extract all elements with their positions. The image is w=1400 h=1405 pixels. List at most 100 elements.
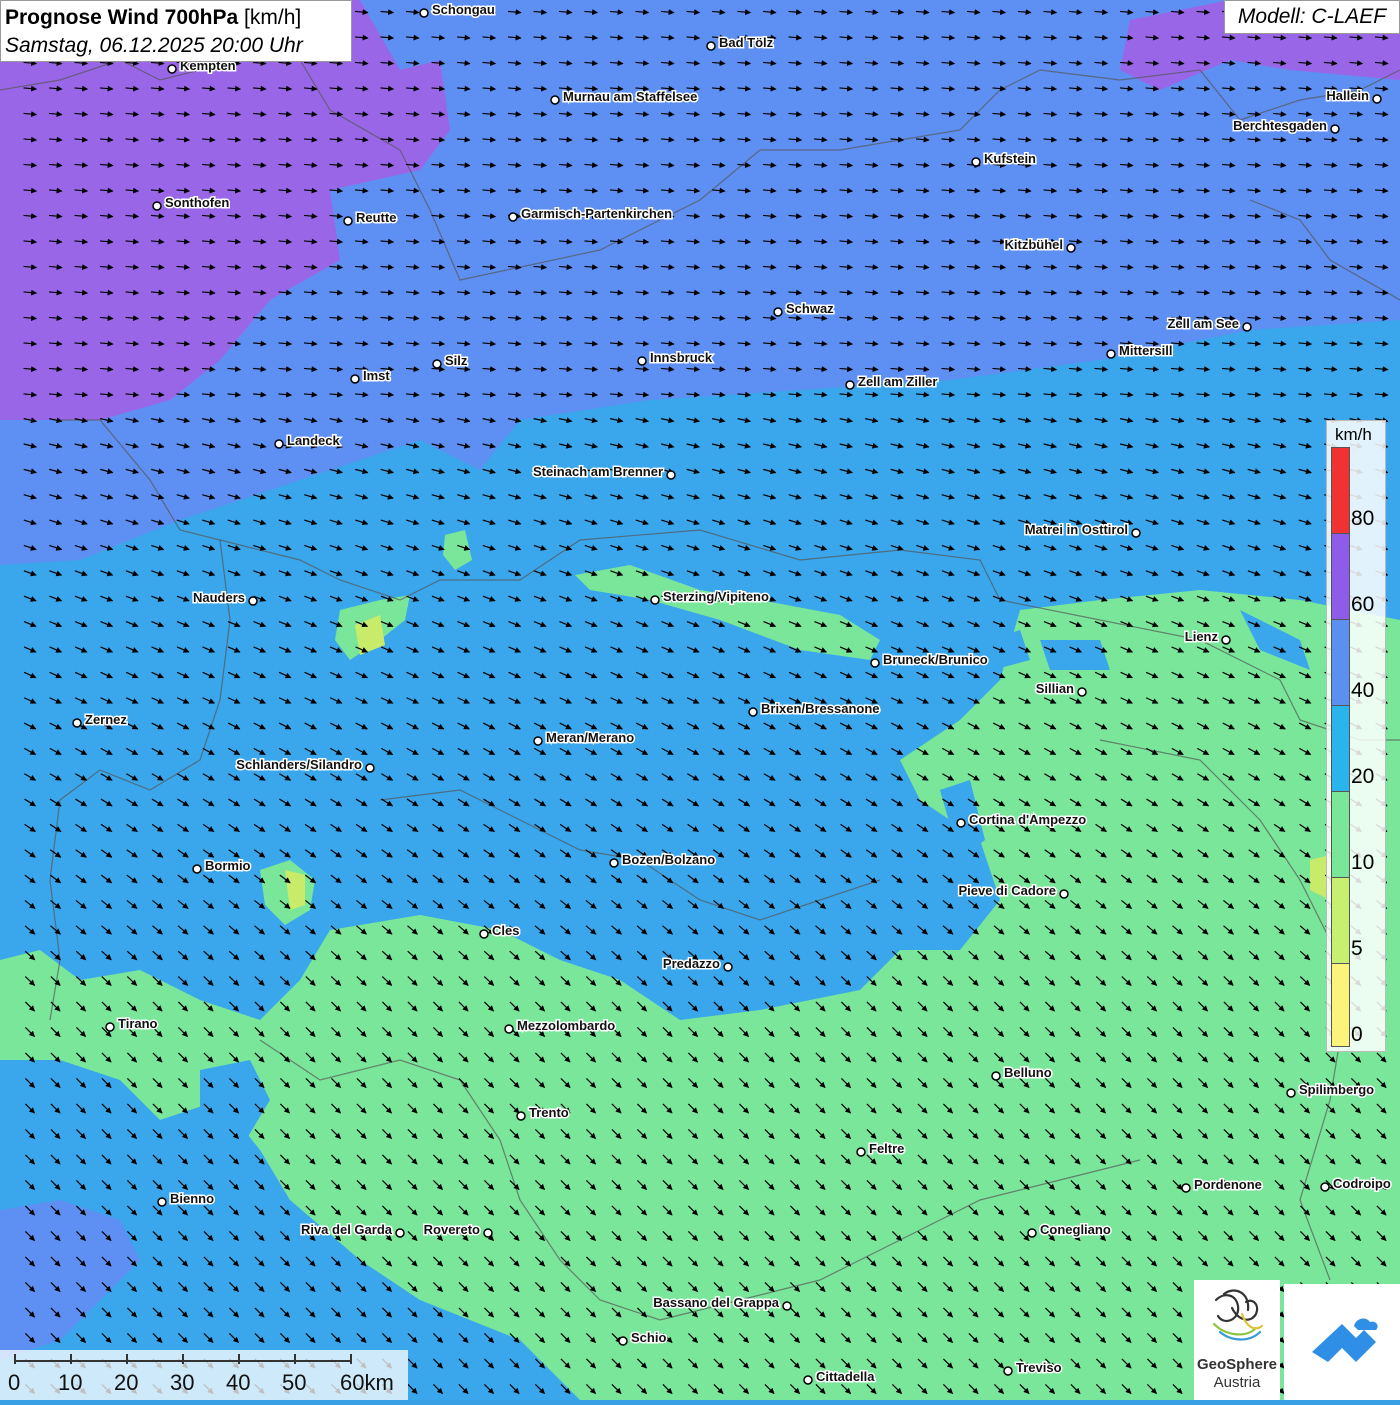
city-label: Brixen/Bressanone [761,701,880,716]
city-dot [1059,889,1069,899]
city-label: Sonthofen [165,195,229,210]
city-label: Berchtesgaden [1233,118,1327,133]
city-label: Belluno [1004,1065,1052,1080]
legend-bar [1331,447,1350,1047]
city-marker: Pieve di Cadore [957,882,1069,900]
city-dot [479,929,489,939]
city-dot [1286,1088,1296,1098]
model-label: Modell: C-LAEF [1224,0,1400,34]
city-dot [1106,349,1116,359]
geosphere-sub: Austria [1213,1374,1261,1391]
city-label: Bozen/Bolzano [622,852,715,867]
city-label: Steinach am Brenner [533,464,663,479]
legend-tick: 40 [1351,679,1375,702]
city-dot [504,1024,514,1034]
city-marker: Zell am See [1166,315,1252,333]
city-label: Treviso [1016,1360,1062,1375]
city-dot [152,201,162,211]
city-dot [508,212,518,222]
city-marker: Bozen/Bolzano [609,851,717,869]
city-label: Cittadella [816,1369,875,1384]
city-dot [1181,1183,1191,1193]
city-label: Rovereto [424,1222,480,1237]
scale-label: 30 [170,1370,195,1395]
legend-tick: 5 [1351,937,1363,960]
city-label: Meran/Merano [546,730,634,745]
city-dot [1027,1228,1037,1238]
city-label: Sterzing/Vipiteno [663,589,769,604]
city-label: Feltre [869,1141,904,1156]
legend-segment-20-40 [1332,706,1349,792]
city-label: Conegliano [1040,1222,1111,1237]
city-dot [773,307,783,317]
forecast-datetime: Samstag, 06.12.2025 20:00 Uhr [5,34,303,57]
city-label: Riva del Garda [301,1222,393,1237]
city-label: Zell am See [1167,316,1239,331]
scale-tick [182,1354,184,1364]
city-dot [971,157,981,167]
city-label: Zernez [85,712,127,727]
map-title-main: Prognose Wind 700hPa [5,6,239,29]
legend-tick: 0 [1351,1023,1363,1046]
legend-segment-0-5 [1332,964,1349,1046]
city-dot [72,718,82,728]
city-label: Landeck [287,433,341,448]
title-box: Prognose Wind 700hPa [km/h] Samstag, 06.… [0,0,352,62]
city-label: Lienz [1185,629,1219,644]
city-marker: Matrei in Osttirol [1023,521,1141,539]
city-dot [1330,124,1340,134]
city-dot [1077,687,1087,697]
legend-segment-10-20 [1332,792,1349,878]
city-label: Bienno [170,1191,214,1206]
scale-tick [70,1354,72,1364]
city-dot [870,658,880,668]
city-dot [991,1071,1001,1081]
city-marker: Schlanders/Silandro [235,756,375,774]
city-label: Cles [492,923,519,938]
city-dot [706,41,716,51]
city-label: Bassano del Grappa [653,1295,779,1310]
city-dot [956,818,966,828]
legend-tick: 80 [1351,507,1375,530]
city-marker: Zell am Ziller [845,373,939,391]
scale-label: 10 [58,1370,83,1395]
city-label: Tirano [118,1016,158,1031]
city-label: Kufstein [984,151,1036,166]
wind-map[interactable]: SchongauBad TölzKemptenMurnau am Staffel… [0,0,1400,1400]
city-dot [192,864,202,874]
city-label: Zell am Ziller [858,374,937,389]
geosphere-logo[interactable]: GeoSphere Austria [1194,1280,1280,1400]
mountain-cloud-icon [1312,1318,1378,1362]
city-label: Bormio [205,858,251,873]
city-dot [666,470,676,480]
city-marker: Innsbruck [637,349,714,367]
city-label: Cortina d'Ampezzo [969,812,1086,827]
partner-logo[interactable] [1284,1284,1400,1400]
city-label: Kitzbühel [1005,237,1064,252]
city-dot [1372,94,1382,104]
city-marker: Mezzolombardo [504,1017,617,1035]
city-dot [1242,322,1252,332]
city-marker: Garmisch-Partenkirchen [508,205,674,223]
city-dot [782,1301,792,1311]
scale-tick [350,1354,352,1364]
city-label: Nauders [193,590,245,605]
city-label: Spilimbergo [1299,1082,1374,1097]
city-dot [105,1022,115,1032]
city-marker: Conegliano [1027,1221,1112,1239]
city-dot [550,95,560,105]
city-dot [618,1336,628,1346]
scale-label: 0 [8,1370,21,1395]
city-label: Schio [631,1330,666,1345]
city-label: Bruneck/Brunico [883,652,988,667]
city-dot [533,736,543,746]
city-dot [609,858,619,868]
city-label: Innsbruck [650,350,713,365]
city-marker: Sonthofen [152,194,231,212]
city-dot [419,8,429,18]
city-marker: Murnau am Staffelsee [550,88,699,106]
city-marker: Bassano del Grappa [652,1294,792,1312]
city-label: Bad Tölz [719,35,774,50]
city-dot [856,1147,866,1157]
city-marker: Steinach am Brenner [531,463,676,481]
